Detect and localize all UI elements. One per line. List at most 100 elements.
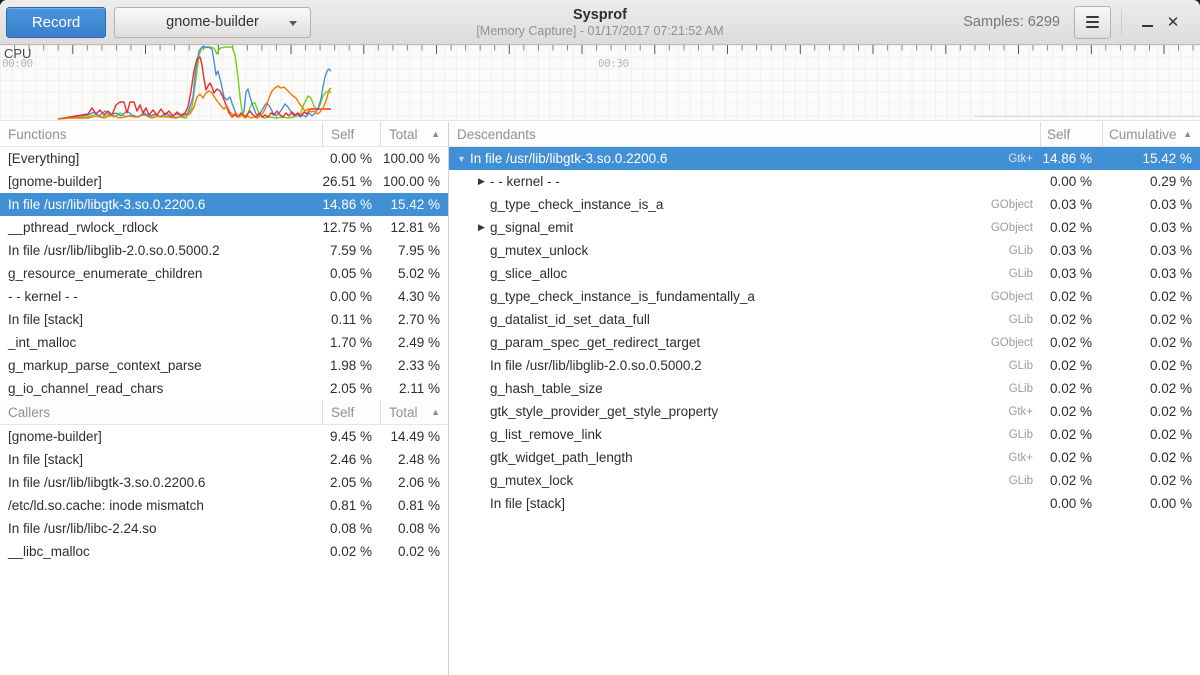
menu-button[interactable]	[1074, 6, 1111, 39]
table-row[interactable]: In file /usr/lib/libc-2.24.so0.08 %0.08 …	[0, 517, 448, 540]
library-badge: Gtk+	[1008, 406, 1040, 418]
cumulative-percent: 0.03 %	[1102, 220, 1200, 235]
table-row[interactable]: In file /usr/lib/libglib-2.0.so.0.5000.2…	[449, 354, 1200, 377]
symbol-name: In file [stack]	[490, 496, 1040, 511]
table-row[interactable]: g_type_check_instance_is_fundamentally_a…	[449, 285, 1200, 308]
table-row[interactable]: g_markup_parse_context_parse1.98 %2.33 %	[0, 354, 448, 377]
table-row[interactable]: [Everything]0.00 %100.00 %	[0, 147, 448, 170]
self-percent: 0.02 %	[1040, 289, 1102, 304]
symbol-name: g_mutex_lock	[490, 473, 1009, 488]
symbol-name: g_io_channel_read_chars	[0, 381, 322, 396]
table-row[interactable]: ▶- - kernel - -0.00 %0.29 %	[449, 170, 1200, 193]
self-percent: 26.51 %	[322, 174, 380, 189]
sort-arrow-icon: ▲	[1183, 129, 1192, 139]
table-row[interactable]: /etc/ld.so.cache: inode mismatch0.81 %0.…	[0, 494, 448, 517]
symbol-name: g_datalist_id_set_data_full	[490, 312, 1009, 327]
column-header-self[interactable]: Self	[322, 400, 380, 424]
column-header-functions[interactable]: Functions	[0, 122, 322, 146]
left-pane: Functions Self Total ▲ [Everything]0.00 …	[0, 122, 449, 675]
self-percent: 0.02 %	[1040, 404, 1102, 419]
self-percent: 0.02 %	[1040, 381, 1102, 396]
symbol-name: In file /usr/lib/libglib-2.0.so.0.5000.2	[490, 358, 1009, 373]
table-row[interactable]: g_hash_table_sizeGLib0.02 %0.02 %	[449, 377, 1200, 400]
symbol-name: gtk_style_provider_get_style_property	[490, 404, 1008, 419]
table-row[interactable]: In file /usr/lib/libgtk-3.so.0.2200.62.0…	[0, 471, 448, 494]
table-row[interactable]: [gnome-builder]9.45 %14.49 %	[0, 425, 448, 448]
total-percent: 15.42 %	[380, 197, 448, 212]
window-title: Sysprof	[573, 7, 627, 24]
hamburger-icon	[1086, 16, 1099, 19]
table-row[interactable]: - - kernel - -0.00 %4.30 %	[0, 285, 448, 308]
cumulative-percent: 0.03 %	[1102, 243, 1200, 258]
library-badge: GObject	[991, 199, 1040, 211]
column-header-callers[interactable]: Callers	[0, 400, 322, 424]
table-row[interactable]: In file /usr/lib/libglib-2.0.so.0.5000.2…	[0, 239, 448, 262]
target-process-label: gnome-builder	[166, 14, 259, 30]
target-process-dropdown[interactable]: gnome-builder	[114, 7, 311, 38]
column-header-total[interactable]: Total ▲	[380, 400, 448, 424]
symbol-name: [gnome-builder]	[0, 429, 322, 444]
table-row[interactable]: _int_malloc1.70 %2.49 %	[0, 331, 448, 354]
table-row[interactable]: In file [stack]0.11 %2.70 %	[0, 308, 448, 331]
table-row[interactable]: g_slice_allocGLib0.03 %0.03 %	[449, 262, 1200, 285]
samples-count: Samples: 6299	[963, 14, 1060, 30]
table-row[interactable]: [gnome-builder]26.51 %100.00 %	[0, 170, 448, 193]
sort-arrow-icon: ▲	[431, 129, 440, 139]
symbol-name: - - kernel - -	[490, 174, 1040, 189]
self-percent: 12.75 %	[322, 220, 380, 235]
close-button[interactable]: ✕	[1160, 9, 1186, 35]
table-row[interactable]: g_resource_enumerate_children0.05 %5.02 …	[0, 262, 448, 285]
table-row[interactable]: g_mutex_unlockGLib0.03 %0.03 %	[449, 239, 1200, 262]
table-row[interactable]: ▼In file /usr/lib/libgtk-3.so.0.2200.6Gt…	[449, 147, 1200, 170]
column-header-total[interactable]: Total ▲	[380, 122, 448, 146]
table-row[interactable]: g_param_spec_get_redirect_targetGObject0…	[449, 331, 1200, 354]
table-row[interactable]: g_datalist_id_set_data_fullGLib0.02 %0.0…	[449, 308, 1200, 331]
window-subtitle: [Memory Capture] - 01/17/2017 07:21:52 A…	[476, 24, 723, 39]
table-row[interactable]: __pthread_rwlock_rdlock12.75 %12.81 %	[0, 216, 448, 239]
symbol-name: g_type_check_instance_is_a	[490, 197, 991, 212]
cumulative-percent: 0.02 %	[1102, 358, 1200, 373]
symbol-name: __libc_malloc	[0, 544, 322, 559]
self-percent: 14.86 %	[1040, 151, 1102, 166]
table-row[interactable]: ▶g_signal_emitGObject0.02 %0.03 %	[449, 216, 1200, 239]
cpu-graph[interactable]: CPU 00:00 00:30	[0, 45, 1200, 121]
table-row[interactable]: g_type_check_instance_is_aGObject0.03 %0…	[449, 193, 1200, 216]
functions-table-body: [Everything]0.00 %100.00 %[gnome-builder…	[0, 147, 448, 400]
self-percent: 2.46 %	[322, 452, 380, 467]
graph-scrollbar[interactable]	[974, 116, 1200, 117]
library-badge: GLib	[1009, 360, 1040, 372]
cumulative-percent: 0.02 %	[1102, 427, 1200, 442]
total-percent: 12.81 %	[380, 220, 448, 235]
table-row[interactable]: gtk_style_provider_get_style_propertyGtk…	[449, 400, 1200, 423]
expander-icon[interactable]: ▶	[473, 176, 490, 187]
column-header-self[interactable]: Self	[1040, 122, 1102, 146]
expander-icon[interactable]: ▼	[453, 154, 470, 164]
table-row[interactable]: g_list_remove_linkGLib0.02 %0.02 %	[449, 423, 1200, 446]
column-header-descendants[interactable]: Descendants	[449, 122, 1040, 146]
cumulative-percent: 0.02 %	[1102, 473, 1200, 488]
symbol-name: In file /usr/lib/libc-2.24.so	[0, 521, 322, 536]
symbol-name: In file /usr/lib/libgtk-3.so.0.2200.6	[0, 197, 322, 212]
table-row[interactable]: g_mutex_lockGLib0.02 %0.02 %	[449, 469, 1200, 492]
total-percent: 4.30 %	[380, 289, 448, 304]
library-badge: GLib	[1009, 429, 1040, 441]
self-percent: 0.02 %	[1040, 220, 1102, 235]
cumulative-percent: 0.02 %	[1102, 335, 1200, 350]
record-button[interactable]: Record	[6, 7, 106, 38]
minimize-button[interactable]	[1134, 9, 1160, 35]
table-row[interactable]: gtk_widget_path_lengthGtk+0.02 %0.02 %	[449, 446, 1200, 469]
table-row[interactable]: g_io_channel_read_chars2.05 %2.11 %	[0, 377, 448, 400]
column-header-self[interactable]: Self	[322, 122, 380, 146]
symbol-name: gtk_widget_path_length	[490, 450, 1008, 465]
headerbar: Record gnome-builder Sysprof [Memory Cap…	[0, 0, 1200, 45]
library-badge: GLib	[1009, 314, 1040, 326]
table-row[interactable]: In file [stack]0.00 %0.00 %	[449, 492, 1200, 515]
right-pane: Descendants Self Cumulative ▲ ▼In file /…	[449, 122, 1200, 675]
library-badge: Gtk+	[1008, 153, 1040, 165]
table-row[interactable]: In file [stack]2.46 %2.48 %	[0, 448, 448, 471]
table-row[interactable]: __libc_malloc0.02 %0.02 %	[0, 540, 448, 563]
expander-icon[interactable]: ▶	[473, 222, 490, 233]
self-percent: 0.03 %	[1040, 266, 1102, 281]
column-header-cumulative[interactable]: Cumulative ▲	[1102, 122, 1200, 146]
table-row[interactable]: In file /usr/lib/libgtk-3.so.0.2200.614.…	[0, 193, 448, 216]
